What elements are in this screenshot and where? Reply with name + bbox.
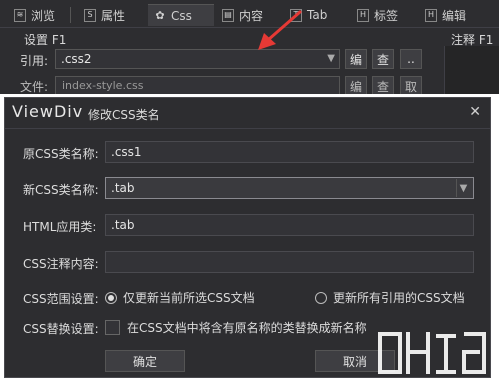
h-icon: H xyxy=(425,8,437,22)
file-find-button[interactable]: 查 xyxy=(372,76,394,94)
file-label: 文件: xyxy=(20,80,49,94)
chevron-down-icon[interactable]: ▼ xyxy=(456,179,470,197)
s-icon: S xyxy=(84,8,96,22)
css-replace-label: CSS替换设置: xyxy=(23,322,99,336)
edit-button[interactable]: 编 xyxy=(345,49,367,69)
file-edit-button[interactable]: 编 xyxy=(345,76,367,94)
content-icon: ▤ xyxy=(222,8,234,22)
chevron-down-icon[interactable]: ▼ xyxy=(327,53,335,64)
orig-name-label: 原CSS类名称: xyxy=(23,147,99,161)
tab-label: 属性 xyxy=(101,8,126,23)
gear-icon: ✿ xyxy=(155,9,165,22)
tab-properties[interactable]: S 属性 xyxy=(84,4,125,26)
close-icon[interactable]: ✕ xyxy=(469,104,481,120)
css-comment-field[interactable] xyxy=(105,251,474,273)
scope-current-radio[interactable]: 仅更新当前所选CSS文档 xyxy=(105,289,255,306)
note-panel[interactable] xyxy=(444,46,499,94)
css-comment-label: CSS注释内容: xyxy=(23,257,99,271)
html-class-label: HTML应用类: xyxy=(23,220,97,234)
replace-checkbox[interactable]: 在CSS文档中将含有原名称的类替换成新名称 xyxy=(105,319,367,336)
tab-content[interactable]: ▤ 内容 xyxy=(222,4,263,26)
ref-select[interactable]: .css2 ▼ xyxy=(55,49,340,69)
replace-text: 在CSS文档中将含有原名称的类替换成新名称 xyxy=(127,321,367,335)
background-window: ≋ 浏览 S 属性 ✿ Css ▤ 内容 T Tab H 标签 H 编辑 设置 … xyxy=(0,0,499,94)
radio-dot[interactable] xyxy=(315,291,327,304)
new-name-combo[interactable]: .tab ▼ xyxy=(105,177,474,199)
cancel-button[interactable]: 取消 xyxy=(315,350,395,372)
rename-css-dialog: ViewDiv 修改CSS类名 ✕ 原CSS类名称: .css1 新CSS类名称… xyxy=(4,97,491,378)
tab-label: 编辑 xyxy=(442,8,467,23)
orig-name-field[interactable]: .css1 xyxy=(105,141,474,163)
checkbox-box[interactable] xyxy=(105,320,120,335)
dialog-title: ViewDiv xyxy=(12,102,84,121)
tab-label: 标签 xyxy=(374,8,399,23)
tab-edit[interactable]: H 编辑 xyxy=(425,4,466,26)
scope-all-radio[interactable]: 更新所有引用的CSS文档 xyxy=(315,289,465,306)
scope-all-label: 更新所有引用的CSS文档 xyxy=(333,291,465,305)
new-name-value: .tab xyxy=(111,181,135,195)
layers-icon: ≋ xyxy=(14,8,26,22)
tab-css[interactable]: ✿ Css xyxy=(148,4,214,26)
tab-tab[interactable]: T Tab xyxy=(290,4,327,26)
more-button[interactable]: .. xyxy=(400,49,422,69)
radio-dot[interactable] xyxy=(105,291,117,304)
h-icon: H xyxy=(357,8,369,22)
tab-bar: ≋ 浏览 S 属性 ✿ Css ▤ 内容 T Tab H 标签 H 编辑 xyxy=(0,0,499,28)
dialog-header[interactable]: ViewDiv 修改CSS类名 ✕ xyxy=(5,98,490,129)
tab-tags[interactable]: H 标签 xyxy=(357,4,398,26)
t-icon: T xyxy=(290,8,302,22)
ref-value: .css2 xyxy=(61,52,92,66)
css-scope-label: CSS范围设置: xyxy=(23,292,99,306)
tab-label: 内容 xyxy=(239,8,264,23)
ok-button[interactable]: 确定 xyxy=(105,350,185,372)
ref-label: 引用: xyxy=(20,54,49,68)
tab-label: Css xyxy=(171,8,192,23)
html-class-field[interactable]: .tab xyxy=(105,214,474,236)
dialog-subtitle: 修改CSS类名 xyxy=(88,108,160,122)
file-get-button[interactable]: 取 xyxy=(400,76,422,94)
settings-title: 设置 F1 xyxy=(24,33,67,47)
tab-label: 浏览 xyxy=(31,8,56,23)
scope-current-label: 仅更新当前所选CSS文档 xyxy=(123,291,255,305)
find-button[interactable]: 查 xyxy=(372,49,394,69)
tab-label: Tab xyxy=(307,8,328,22)
new-name-label: 新CSS类名称: xyxy=(23,183,99,197)
tab-browse[interactable]: ≋ 浏览 xyxy=(14,4,72,26)
file-select[interactable]: index-style.css xyxy=(55,76,340,94)
